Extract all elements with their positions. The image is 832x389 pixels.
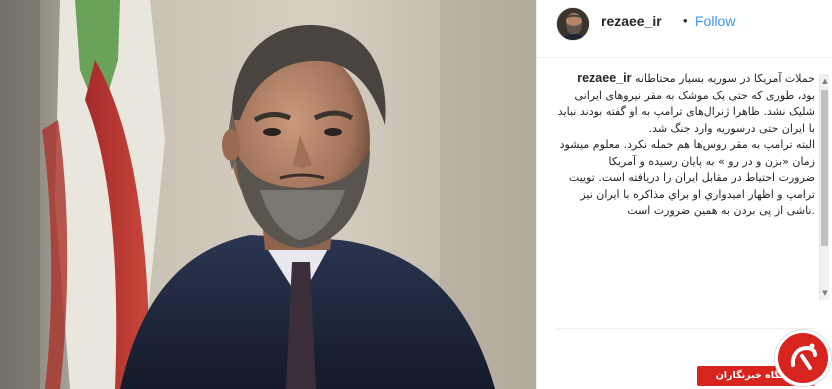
caption-username-link[interactable]: rezaee_ir bbox=[577, 71, 631, 85]
caption-scrollbar[interactable]: ▲ ▼ bbox=[819, 74, 829, 300]
scroll-up-arrow-icon[interactable]: ▲ bbox=[820, 76, 830, 86]
caption-line: ضرورت احتیاط در مقابل ایران را دریافته ا… bbox=[568, 171, 815, 184]
caption-line: زمان «بزن و در رو » به پایان رسیده و آمر… bbox=[608, 154, 815, 168]
section-divider bbox=[557, 328, 815, 329]
scrollbar-thumb[interactable] bbox=[821, 90, 828, 246]
avatar[interactable] bbox=[556, 7, 590, 41]
caption-line: البته ترامپ به مقر روس‌ها هم حمله نکرد. … bbox=[559, 138, 815, 151]
caption-line: شلیک نشد. ظاهرا ژنرال‌های ترامپ به او گف… bbox=[557, 105, 815, 118]
caption-line: با ایران حتی درسوریه وارد جنگ شد. bbox=[648, 121, 815, 135]
caption-line: بود، طوری که حتی یک موشک به مقر نیروهای … bbox=[574, 88, 815, 102]
scroll-down-arrow-icon[interactable]: ▼ bbox=[820, 288, 830, 298]
yjc-logo-icon bbox=[775, 330, 831, 386]
caption-text-line: حملات آمریکا در سوریه بسیار محتاطانه bbox=[634, 72, 815, 85]
post-header: rezaee_ir • Follow bbox=[537, 0, 832, 58]
caption-line: .ناشی از پی بردن به همین ضرورت است bbox=[627, 204, 815, 217]
follow-button[interactable]: Follow bbox=[695, 13, 735, 29]
portrait-image bbox=[0, 0, 536, 389]
caption-first-line: حملات آمریکا در سوریه بسیار محتاطانه rez… bbox=[557, 70, 815, 88]
caption-line: ترامپ و اظهار امیدواري او براي مذاکره با… bbox=[580, 187, 815, 201]
header-separator: • bbox=[683, 13, 688, 28]
post-caption: حملات آمریکا در سوریه بسیار محتاطانه rez… bbox=[557, 70, 815, 220]
post-photo[interactable] bbox=[0, 0, 536, 389]
post-username[interactable]: rezaee_ir bbox=[601, 13, 662, 29]
logo-glyph bbox=[781, 336, 825, 380]
post-side-panel: rezaee_ir • Follow حملات آمریکا در سوریه… bbox=[536, 0, 832, 389]
avatar-image bbox=[557, 8, 589, 40]
